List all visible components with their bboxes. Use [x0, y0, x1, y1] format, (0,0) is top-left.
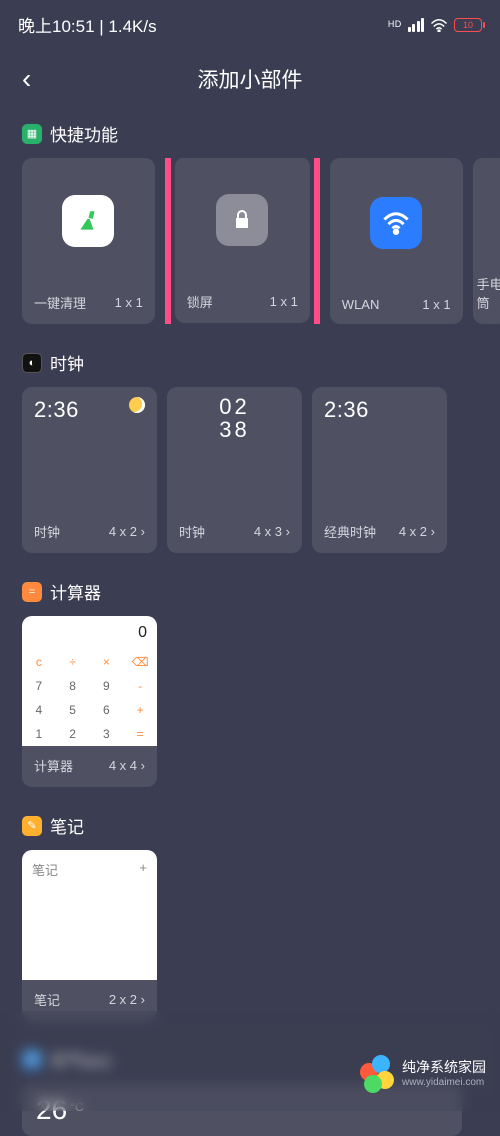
chevron-right-icon: › [286, 524, 290, 539]
plus-icon[interactable]: + [139, 860, 147, 875]
chevron-right-icon: › [141, 758, 145, 773]
header: ‹ 添加小部件 [0, 45, 500, 121]
section-clock: ◐ 时钟 2:36 时钟 4 x 2 › 02 38 时钟 4 x 3 › [0, 350, 500, 553]
status-time: 晚上10:51 [18, 17, 95, 36]
weather-sun-icon [129, 397, 145, 413]
widget-label: 经典时钟 [324, 522, 376, 541]
notes-section-icon: ✎ [22, 816, 42, 836]
widget-size: 2 x 2 [109, 992, 137, 1007]
widget-lock[interactable]: 锁屏 1 x 1 [175, 158, 310, 323]
clock-section-icon: ◐ [22, 353, 42, 373]
notes-body-label: 笔记 [32, 860, 58, 879]
section-title: 快捷功能 [50, 121, 118, 146]
widget-label: 锁屏 [187, 292, 213, 311]
signal-icon [408, 18, 425, 32]
widget-clock-1[interactable]: 2:36 时钟 4 x 2 › [22, 387, 157, 553]
shortcuts-row[interactable]: 一键清理 1 x 1 锁屏 1 x 1 WLAN 1 x 1 [22, 158, 500, 324]
section-title: 时钟 [50, 350, 84, 375]
section-notes: ✎ 笔记 笔记 + 笔记 2 x 2 › [0, 813, 500, 1021]
widget-label: 时钟 [34, 522, 60, 541]
section-title: 笔记 [50, 813, 84, 838]
section-title: 天气4x1 [50, 1047, 111, 1072]
widget-size: 4 x 2 [399, 524, 427, 539]
section-title: 计算器 [50, 579, 101, 604]
calc-key: × [90, 650, 124, 674]
widget-clock-3[interactable]: 2:36 经典时钟 4 x 2 › [312, 387, 447, 553]
status-left: 晚上10:51 | 1.4K/s [18, 12, 157, 37]
calc-key: 5 [56, 698, 90, 722]
hd-badge: HD [388, 20, 402, 29]
chevron-right-icon: › [431, 524, 435, 539]
watermark-logo-icon [360, 1055, 394, 1089]
section-shortcuts: ▦ 快捷功能 一键清理 1 x 1 锁屏 1 x 1 [0, 121, 500, 324]
calc-key: 8 [56, 674, 90, 698]
section-calculator: = 计算器 0 c÷×⌫789-456+123= 计算器 4 x 4 › [0, 579, 500, 787]
widget-size: 1 x 1 [115, 295, 143, 310]
widget-flashlight[interactable]: 手电筒 [473, 158, 500, 324]
calc-key: 1 [22, 722, 56, 746]
page-title: 添加小部件 [198, 64, 303, 94]
chevron-right-icon: › [141, 524, 145, 539]
widget-calculator[interactable]: 0 c÷×⌫ 789- 456+123= 计算器 4 x 4 › [22, 616, 157, 787]
widget-size: 1 x 1 [422, 297, 450, 312]
calc-key: 9 [90, 674, 124, 698]
status-speed: 1.4K/s [108, 17, 156, 36]
wifi-tile-icon [370, 197, 422, 249]
watermark-url: www.yidaimei.com [402, 1077, 486, 1088]
status-bar: 晚上10:51 | 1.4K/s HD 10 [0, 0, 500, 45]
calc-key: ⌫ [123, 650, 157, 674]
digital-clock: 02 38 [179, 395, 290, 441]
clock-time: 2:36 [34, 397, 79, 423]
grid-icon: ▦ [22, 124, 42, 144]
calc-key: - [123, 674, 157, 698]
widget-label: 时钟 [179, 522, 205, 541]
widget-label: 笔记 [34, 990, 60, 1009]
widget-size: 1 x 1 [270, 294, 298, 309]
battery-icon: 10 [454, 18, 482, 32]
calc-display: 0 [22, 616, 157, 650]
broom-icon [62, 195, 114, 247]
widget-clock-2[interactable]: 02 38 时钟 4 x 3 › [167, 387, 302, 553]
widget-size: 4 x 3 [254, 524, 282, 539]
widget-label: 手电筒 [477, 274, 500, 312]
section-header: ▦ 快捷功能 [22, 121, 478, 146]
widget-wlan[interactable]: WLAN 1 x 1 [330, 158, 463, 324]
back-button[interactable]: ‹ [22, 63, 31, 95]
chevron-right-icon: › [141, 992, 145, 1007]
widget-weather[interactable]: 26 °C [22, 1084, 462, 1136]
calc-key: 6 [90, 698, 124, 722]
watermark: 纯净系统家园 www.yidaimei.com [360, 1055, 486, 1089]
highlight-frame: 锁屏 1 x 1 [165, 158, 320, 324]
weather-unit: °C [70, 1100, 83, 1114]
weather-temp: 26 [36, 1094, 67, 1126]
widget-label: 计算器 [34, 756, 73, 775]
widget-size: 4 x 2 [109, 524, 137, 539]
calc-keypad: c÷×⌫ 789- 456+123= [22, 650, 157, 746]
widget-notes[interactable]: 笔记 + 笔记 2 x 2 › [22, 850, 157, 1021]
calc-key: 2 [56, 722, 90, 746]
calc-key: 7 [22, 674, 56, 698]
calculator-section-icon: = [22, 582, 42, 602]
widget-clean[interactable]: 一键清理 1 x 1 [22, 158, 155, 324]
widget-label: WLAN [342, 297, 380, 312]
status-right: HD 10 [388, 18, 482, 32]
calc-key: = [123, 722, 157, 746]
calc-key: ÷ [56, 650, 90, 674]
lock-icon [216, 194, 268, 246]
watermark-brand: 纯净系统家园 [402, 1057, 486, 1077]
calc-key: 4 [22, 698, 56, 722]
clock-time: 2:36 [324, 397, 369, 423]
calc-key: c [22, 650, 56, 674]
wifi-icon [430, 18, 448, 32]
calc-key: + [123, 698, 157, 722]
weather-section-icon: ☁ [22, 1050, 42, 1070]
calc-key: 3 [90, 722, 124, 746]
widget-label: 一键清理 [34, 293, 86, 312]
widget-size: 4 x 4 [109, 758, 137, 773]
